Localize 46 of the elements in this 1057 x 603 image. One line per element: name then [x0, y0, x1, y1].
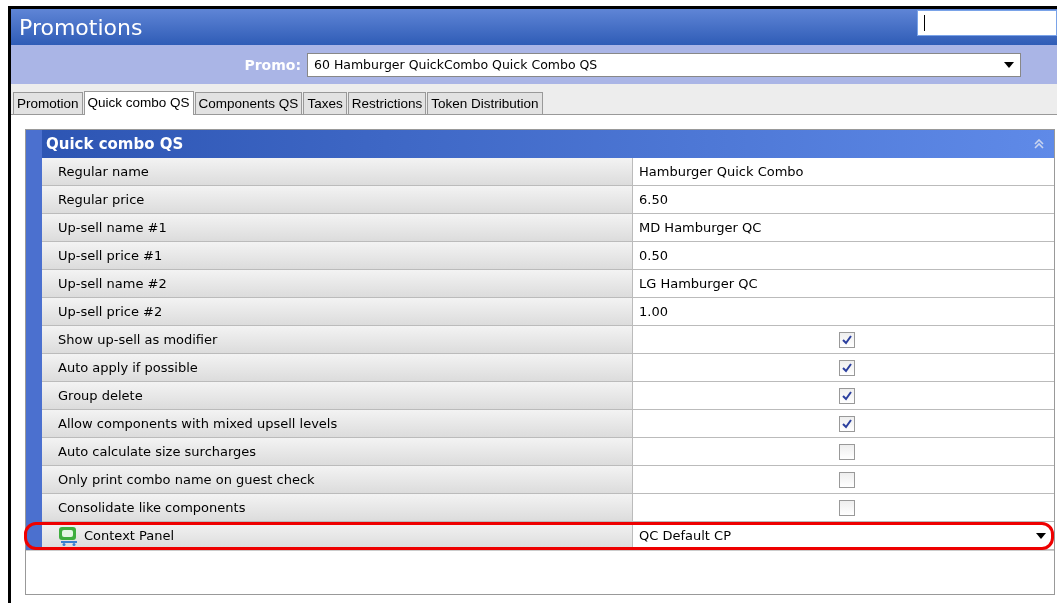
property-value[interactable]: Hamburger Quick Combo — [632, 158, 1054, 186]
checkbox[interactable] — [838, 499, 855, 516]
checkbox[interactable] — [838, 471, 855, 488]
tab[interactable]: Token Distribution — [427, 92, 543, 114]
promo-label: Promo: — [243, 56, 302, 73]
property-label: Up-sell name #2 — [58, 276, 167, 291]
promo-value: 60 Hamburger QuickCombo Quick Combo QS — [314, 57, 598, 72]
property-value[interactable]: LG Hamburger QC — [632, 270, 1054, 298]
tab[interactable]: Taxes — [303, 92, 347, 114]
property-label: Up-sell price #1 — [58, 248, 163, 263]
collapse-icon[interactable] — [1034, 139, 1044, 149]
cart-icon — [58, 525, 80, 546]
property-label: Regular price — [58, 192, 145, 207]
checkbox[interactable] — [838, 387, 855, 404]
checkbox[interactable] — [838, 359, 855, 376]
property-value[interactable]: 6.50 — [632, 186, 1054, 214]
tab[interactable]: Quick combo QS — [83, 91, 194, 115]
property-label: Allow components with mixed upsell levels — [58, 416, 338, 431]
property-label: Up-sell price #2 — [58, 304, 163, 319]
property-value[interactable]: 0.50 — [632, 242, 1054, 270]
panel-title: Quick combo QS — [46, 135, 184, 153]
tab[interactable]: Promotion — [13, 92, 83, 114]
search-field[interactable] — [917, 10, 1057, 36]
tab[interactable]: Components QS — [194, 92, 303, 114]
property-label: Auto apply if possible — [58, 360, 198, 375]
property-label: Up-sell name #1 — [58, 220, 167, 235]
property-label: Consolidate like components — [58, 500, 246, 515]
promo-dropdown[interactable]: 60 Hamburger QuickCombo Quick Combo QS — [307, 52, 1021, 77]
property-value[interactable]: 1.00 — [632, 298, 1054, 326]
dropdown-arrow-icon — [1004, 61, 1014, 68]
tab[interactable]: Restrictions — [347, 92, 427, 114]
property-value[interactable]: MD Hamburger QC — [632, 214, 1054, 242]
property-label: Only print combo name on guest check — [58, 472, 315, 487]
checkbox[interactable] — [838, 415, 855, 432]
property-label: Context Panel — [84, 528, 175, 543]
panel-header[interactable]: Quick combo QS — [26, 130, 1054, 158]
checkbox[interactable] — [838, 443, 855, 460]
property-label: Show up-sell as modifier — [58, 332, 218, 347]
property-label: Regular name — [58, 164, 149, 179]
property-dropdown[interactable]: QC Default CP — [632, 522, 1054, 550]
window-title: Promotions — [18, 14, 143, 40]
property-label: Auto calculate size surcharges — [58, 444, 257, 459]
dropdown-value: QC Default CP — [639, 528, 731, 543]
property-label: Group delete — [58, 388, 143, 403]
dropdown-arrow-icon — [1036, 532, 1046, 539]
checkbox[interactable] — [838, 331, 855, 348]
